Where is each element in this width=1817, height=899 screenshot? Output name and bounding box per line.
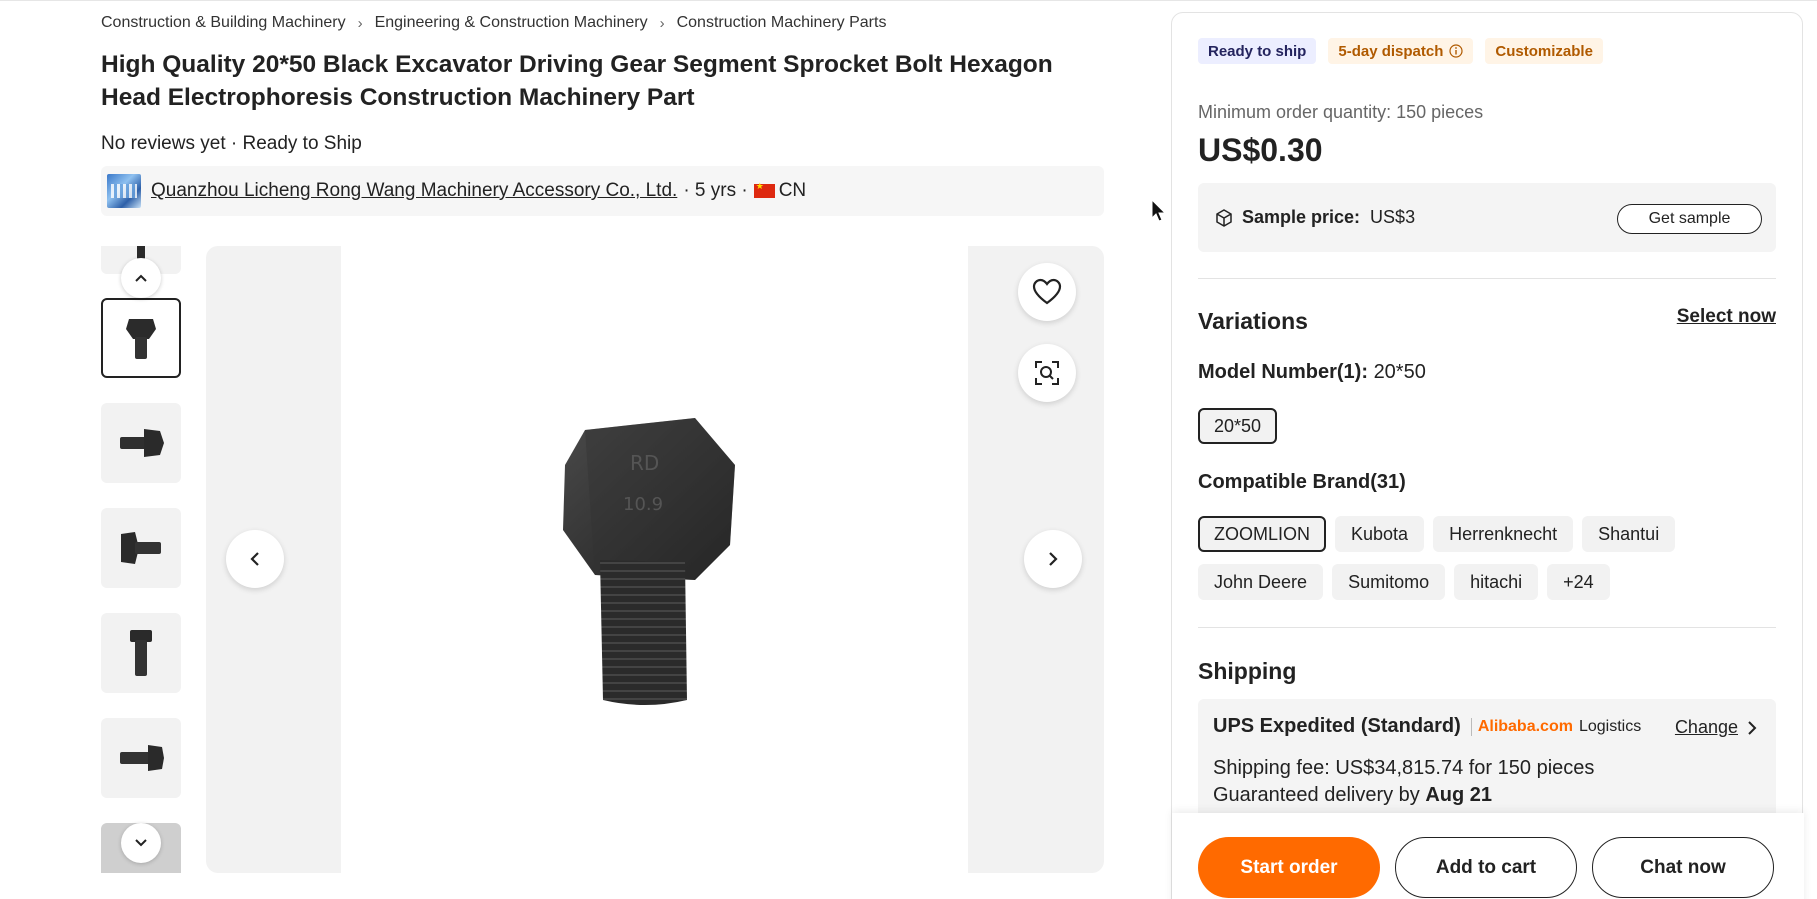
brand-options: ZOOMLION Kubota Herrenknecht Shantui Joh… (1198, 516, 1776, 600)
chat-now-button[interactable]: Chat now (1592, 837, 1774, 898)
dispatch-badge[interactable]: 5-day dispatch (1328, 38, 1474, 64)
visual-search-button[interactable] (1018, 344, 1076, 402)
thumbnail-down-button[interactable] (121, 823, 161, 863)
start-order-button[interactable]: Start order (1198, 837, 1380, 898)
mouse-cursor-icon (1151, 199, 1167, 222)
brand-option-john-deere[interactable]: John Deere (1198, 564, 1324, 600)
add-to-cart-button[interactable]: Add to cart (1395, 837, 1577, 898)
delivery-prefix: Guaranteed delivery by (1213, 784, 1420, 806)
select-now-link[interactable]: Select now (1677, 306, 1776, 328)
svg-text:RD: RD (630, 451, 659, 475)
change-shipping-link[interactable]: Change (1675, 717, 1758, 738)
model-number-value: 20*50 (1373, 361, 1426, 383)
supplier-meta: · 5 yrs · CN (683, 180, 806, 202)
brand-option-kubota[interactable]: Kubota (1335, 516, 1425, 552)
supplier-name-link[interactable]: Quanzhou Licheng Rong Wang Machinery Acc… (151, 180, 677, 202)
chevron-right-icon: › (659, 14, 665, 32)
next-image-button[interactable] (1024, 530, 1082, 588)
chevron-right-icon (1748, 720, 1757, 735)
top-divider (0, 0, 1817, 1)
thumbnail-2[interactable] (101, 403, 181, 483)
reviews-status: No reviews yet · Ready to Ship (101, 133, 362, 154)
action-bar: Start order Add to cart Chat now (1172, 813, 1804, 899)
shipping-fee: Shipping fee: US$34,815.74 for 150 piece… (1213, 757, 1595, 779)
sample-price-label: Sample price: (1242, 207, 1361, 227)
china-flag-icon (753, 181, 775, 198)
info-icon (1449, 44, 1463, 58)
badge-row: Ready to ship 5-day dispatch Customizabl… (1198, 38, 1603, 64)
chevron-right-icon: › (357, 14, 363, 32)
thumbnail-5[interactable] (101, 718, 181, 798)
logistics-label: Logistics (1578, 717, 1642, 735)
thumbnail-strip (101, 246, 181, 873)
shipping-method: UPS Expedited (Standard) Alibaba.com Log… (1213, 715, 1641, 738)
thumbnail-1[interactable] (101, 298, 181, 378)
variations-title: Variations (1198, 308, 1308, 334)
section-divider (1198, 627, 1776, 628)
svg-text:10.9: 10.9 (623, 494, 663, 515)
model-option[interactable]: 20*50 (1198, 408, 1278, 444)
model-number-label: Model Number(1): 20*50 (1198, 361, 1426, 384)
breadcrumb: Construction & Building Machinery › Engi… (101, 14, 886, 32)
chevron-up-icon (135, 274, 147, 282)
sample-price-box: Sample price: US$3 Get sample (1198, 183, 1776, 252)
unit-price: US$0.30 (1198, 132, 1323, 168)
product-image[interactable]: RD 10.9 (341, 246, 968, 873)
brand-option-more[interactable]: +24 (1547, 564, 1610, 600)
brand-option-hitachi[interactable]: hitachi (1454, 564, 1539, 600)
main-image-gallery: RD 10.9 (206, 246, 1104, 873)
dispatch-badge-label: 5-day dispatch (1338, 42, 1444, 60)
chevron-right-icon (1049, 552, 1058, 566)
breadcrumb-item-building-machinery[interactable]: Construction & Building Machinery (101, 14, 346, 32)
model-options: 20*50 (1198, 408, 1776, 444)
supplier-bar: Quanzhou Licheng Rong Wang Machinery Acc… (101, 166, 1104, 216)
alibaba-logo: Alibaba.com (1477, 717, 1573, 735)
favorite-button[interactable] (1018, 263, 1076, 321)
heart-icon (1032, 278, 1062, 305)
model-number-key: Model Number(1): (1198, 361, 1368, 383)
minimum-order-quantity: Minimum order quantity: 150 pieces (1198, 102, 1484, 122)
thumbnail-3[interactable] (101, 508, 181, 588)
breadcrumb-item-machinery-parts[interactable]: Construction Machinery Parts (677, 14, 887, 32)
shipping-box: UPS Expedited (Standard) Alibaba.com Log… (1198, 699, 1776, 829)
customizable-badge: Customizable (1485, 38, 1603, 64)
supplier-country: CN (778, 180, 807, 201)
bolt-image: RD 10.9 (562, 417, 735, 705)
product-title: High Quality 20*50 Black Excavator Drivi… (101, 51, 1053, 111)
shipping-title: Shipping (1198, 658, 1297, 684)
breadcrumb-item-engineering-machinery[interactable]: Engineering & Construction Machinery (375, 14, 648, 32)
get-sample-button[interactable]: Get sample (1617, 204, 1762, 234)
delivery-estimate: Guaranteed delivery by Aug 21 (1213, 784, 1492, 807)
purchase-panel: Ready to ship 5-day dispatch Customizabl… (1171, 12, 1804, 899)
ready-to-ship-badge: Ready to ship (1198, 38, 1317, 64)
divider-bar (1470, 717, 1472, 736)
previous-image-button[interactable] (226, 530, 284, 588)
compatible-brand-label: Compatible Brand(31) (1198, 471, 1406, 493)
shipping-method-name: UPS Expedited (Standard) (1213, 715, 1461, 737)
thumbnail-4[interactable] (101, 613, 181, 693)
thumbnail-up-button[interactable] (121, 258, 161, 298)
chevron-down-icon (135, 839, 147, 847)
image-search-icon (1035, 361, 1059, 385)
chevron-left-icon (250, 552, 259, 566)
brand-option-zoomlion[interactable]: ZOOMLION (1198, 516, 1327, 552)
sample-price-value: US$3 (1370, 207, 1416, 227)
brand-option-sumitomo[interactable]: Sumitomo (1332, 564, 1446, 600)
supplier-logo[interactable] (107, 174, 141, 208)
box-icon (1216, 208, 1232, 227)
section-divider (1198, 278, 1776, 279)
delivery-date: Aug 21 (1425, 784, 1493, 806)
change-label: Change (1674, 717, 1738, 737)
brand-option-herrenknecht[interactable]: Herrenknecht (1433, 516, 1574, 552)
brand-option-shantui[interactable]: Shantui (1582, 516, 1676, 552)
supplier-years: · 5 yrs · (683, 180, 748, 201)
